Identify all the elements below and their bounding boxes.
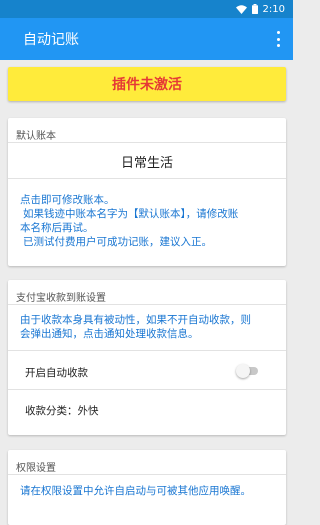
auto-receive-toggle[interactable] (236, 364, 260, 378)
more-vert-icon[interactable] (275, 31, 281, 47)
alipay-settings-card: 支付宝收款到账设置 由于收款本身具有被动性，如果不开自动收款，则 会弹出通知，点… (8, 280, 286, 435)
battery-icon (251, 4, 258, 14)
hint-line: 已测试付费用户可成功记账，建议入正。 (23, 236, 212, 248)
plugin-status-banner[interactable]: 插件未激活 (8, 67, 286, 101)
divider (8, 178, 286, 179)
book-name[interactable]: 日常生活 (8, 152, 286, 171)
alipay-settings-title: 支付宝收款到账设置 (16, 293, 106, 304)
hint-line: 会弹出通知，点击通知处理收款信息。 (20, 328, 199, 340)
default-book-card: 默认账本 日常生活 点击即可修改账本。 如果钱迹中账本名字为【默认账本】，请修改… (8, 118, 286, 266)
alipay-hint: 由于收款本身具有被动性，如果不开自动收款，则 会弹出通知，点击通知处理收款信息。 (20, 313, 278, 341)
default-book-title: 默认账本 (16, 131, 56, 142)
auto-receive-label: 开启自动收款 (25, 367, 88, 379)
divider (8, 350, 286, 351)
hint-line: 本名称后再试。 (20, 222, 94, 234)
permission-settings-card: 权限设置 请在权限设置中允许自启动与可被其他应用唤醒。 (8, 450, 286, 525)
divider (8, 389, 286, 390)
divider (8, 304, 286, 305)
default-book-hint: 点击即可修改账本。 如果钱迹中账本名字为【默认账本】，请修改账 本名称后再试。 … (20, 193, 278, 249)
app-title: 自动记账 (23, 32, 79, 48)
permission-settings-title: 权限设置 (16, 463, 56, 474)
hint-line: 由于收款本身具有被动性，如果不开自动收款，则 (20, 314, 251, 326)
status-time: 2:10 (262, 3, 285, 15)
divider (8, 142, 286, 143)
status-bar: 2:10 (0, 0, 293, 18)
divider (8, 474, 286, 475)
hint-line: 如果钱迹中账本名字为【默认账本】，请修改账 (23, 208, 239, 220)
receive-category[interactable]: 收款分类：外快 (25, 403, 99, 418)
hint-line: 请在权限设置中允许自启动与可被其他应用唤醒。 (20, 485, 251, 497)
app-bar: 自动记账 (0, 18, 293, 60)
hint-line: 点击即可修改账本。 (20, 194, 115, 206)
permission-hint[interactable]: 请在权限设置中允许自启动与可被其他应用唤醒。 (20, 484, 278, 498)
wifi-icon (235, 4, 247, 14)
